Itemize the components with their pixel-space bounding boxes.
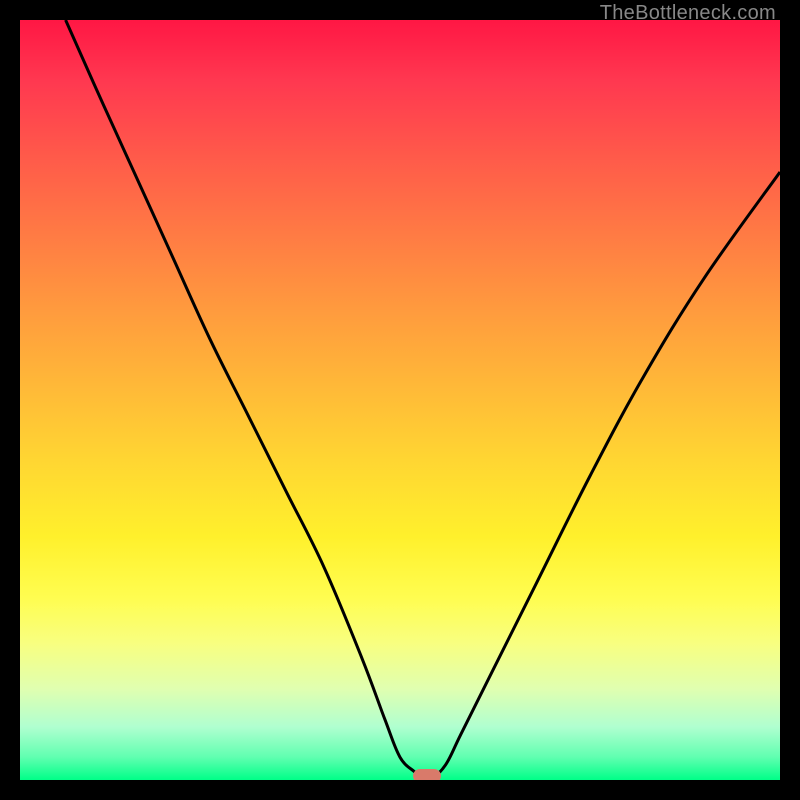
bottleneck-curve: [66, 20, 780, 780]
chart-area: [20, 20, 780, 780]
curve-svg: [20, 20, 780, 780]
optimal-marker: [413, 769, 441, 780]
